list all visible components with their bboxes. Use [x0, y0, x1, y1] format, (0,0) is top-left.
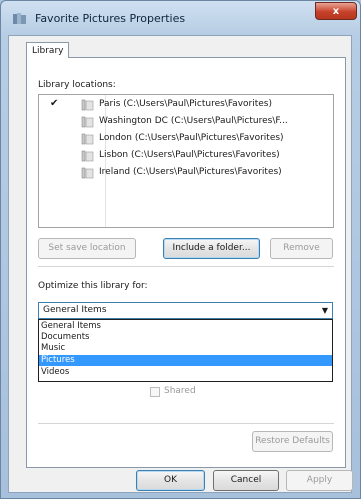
divider [38, 423, 334, 424]
close-icon: x [332, 5, 340, 17]
tab-library[interactable]: Library [26, 42, 69, 58]
folder-library-icon [81, 116, 94, 128]
library-locations-label: Library locations: [38, 80, 116, 90]
divider [38, 266, 334, 267]
optimize-select[interactable]: General Items ▼ [38, 302, 333, 319]
folder-library-icon [81, 150, 94, 162]
option-documents[interactable]: Documents [39, 332, 332, 343]
cancel-button[interactable]: Cancel [213, 470, 279, 491]
list-item[interactable]: Ireland (C:\Users\Paul\Pictures\Favorite… [39, 165, 333, 182]
ok-button[interactable]: OK [136, 470, 205, 491]
set-save-location-button[interactable]: Set save location [38, 238, 136, 259]
location-text: Lisbon (C:\Users\Paul\Pictures\Favorites… [99, 150, 280, 160]
default-check-icon: ✔ [50, 98, 59, 109]
close-button[interactable]: x [315, 2, 357, 20]
option-videos[interactable]: Videos [39, 367, 332, 378]
list-item[interactable]: ✔ Paris (C:\Users\Paul\Pictures\Favorite… [39, 97, 333, 114]
location-text: Washington DC (C:\Users\Paul\Pictures\F.… [99, 116, 288, 126]
folder-library-icon [81, 167, 94, 179]
shared-checkbox[interactable] [150, 387, 160, 397]
optimize-label: Optimize this library for: [38, 281, 148, 291]
remove-button[interactable]: Remove [270, 238, 333, 259]
option-music[interactable]: Music [39, 343, 332, 354]
list-item[interactable]: Washington DC (C:\Users\Paul\Pictures\F.… [39, 114, 333, 131]
shared-label: Shared [164, 386, 196, 396]
location-text: London (C:\Users\Paul\Pictures\Favorites… [99, 133, 284, 143]
folder-library-icon [81, 133, 94, 145]
restore-defaults-button[interactable]: Restore Defaults [252, 431, 333, 452]
include-folder-button[interactable]: Include a folder... [163, 238, 260, 259]
apply-button[interactable]: Apply [286, 470, 353, 491]
chevron-down-icon: ▼ [321, 306, 328, 315]
list-item[interactable]: Lisbon (C:\Users\Paul\Pictures\Favorites… [39, 148, 333, 165]
location-text: Ireland (C:\Users\Paul\Pictures\Favorite… [99, 167, 282, 177]
option-pictures[interactable]: Pictures [39, 355, 332, 366]
folder-library-icon [81, 99, 94, 111]
window-title: Favorite Pictures Properties [35, 12, 186, 25]
optimize-selected-value: General Items [43, 305, 107, 315]
option-general-items[interactable]: General Items [39, 321, 332, 332]
library-icon [13, 13, 26, 24]
list-item[interactable]: London (C:\Users\Paul\Pictures\Favorites… [39, 131, 333, 148]
location-text: Paris (C:\Users\Paul\Pictures\Favorites) [99, 99, 272, 109]
library-locations-list[interactable]: ✔ Paris (C:\Users\Paul\Pictures\Favorite… [38, 94, 334, 228]
optimize-dropdown-list[interactable]: General Items Documents Music Pictures V… [38, 319, 333, 382]
